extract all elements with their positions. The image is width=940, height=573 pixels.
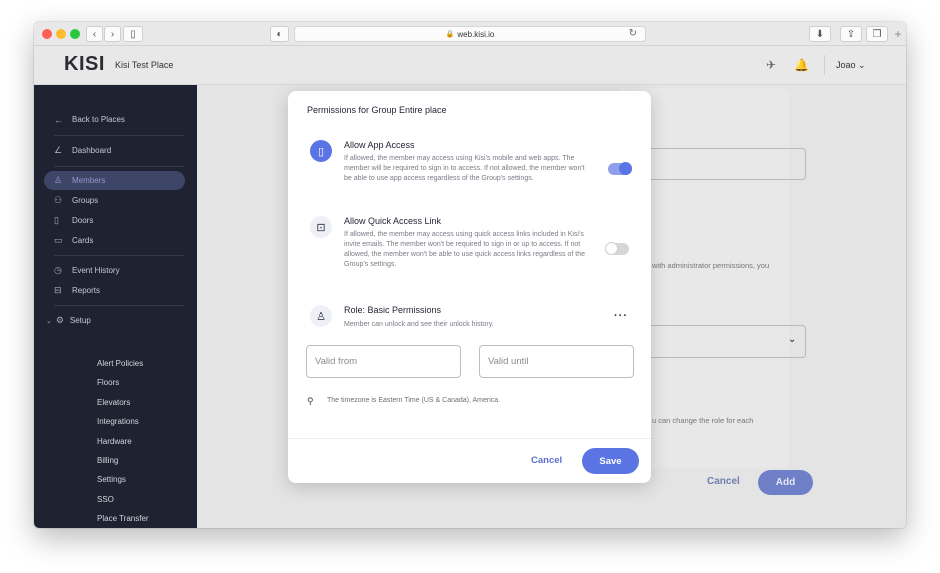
report-icon: ⊟	[54, 285, 62, 295]
download-icon[interactable]: ⬇	[809, 26, 831, 42]
setup-item-alert-policies[interactable]: Alert Policies	[97, 359, 143, 368]
chart-icon: ∠	[54, 145, 63, 155]
valid-until-field[interactable]	[479, 345, 634, 378]
sidebar-item-reports[interactable]: ⊟ Reports	[44, 281, 185, 300]
app-access-toggle[interactable]	[608, 162, 632, 175]
sidebar-item-cards[interactable]: ▭ Cards	[44, 231, 185, 250]
header-divider	[824, 55, 825, 75]
bell-icon[interactable]: 🔔	[794, 58, 809, 72]
setup-item-hardware[interactable]: Hardware	[97, 437, 132, 446]
modal-footer-divider	[288, 438, 651, 439]
person-icon: ♙	[310, 305, 332, 327]
chevron-down-icon: ⌄	[858, 60, 866, 70]
valid-from-field[interactable]	[306, 345, 461, 378]
privacy-shield-icon[interactable]: ◐	[270, 26, 289, 42]
valid-from-input[interactable]	[307, 346, 460, 377]
org-name: Kisi Test Place	[115, 60, 174, 70]
setup-item-place-transfer[interactable]: Place Transfer	[97, 514, 149, 523]
reload-icon[interactable]: ↻	[629, 28, 637, 39]
sidebar-toggle-icon[interactable]: ▯	[123, 26, 143, 42]
save-button[interactable]: Save	[582, 448, 639, 474]
modal-title: Permissions for Group Entire place	[307, 105, 447, 115]
role-title: Role: Basic Permissions	[344, 305, 442, 315]
mobile-phone-icon: ▯	[310, 140, 332, 162]
sidebar-divider	[54, 166, 184, 167]
user-menu[interactable]: Joao ⌄	[836, 60, 866, 71]
setup-item-elevators[interactable]: Elevators	[97, 398, 130, 407]
sidebar-item-dashboard[interactable]: ∠ Dashboard	[44, 141, 185, 160]
quick-link-toggle[interactable]	[605, 242, 629, 255]
sidebar-item-setup[interactable]: ⌄ ⚙ Setup	[44, 311, 185, 330]
sidebar-item-event-history[interactable]: ◷ Event History	[44, 261, 185, 280]
cancel-button[interactable]: Cancel	[531, 455, 562, 466]
door-icon: ▯	[54, 215, 59, 225]
chevron-down-icon: ⌄	[46, 317, 52, 325]
app-access-title: Allow App Access	[344, 140, 415, 150]
background-admin-text: with administrator permissions, you	[652, 261, 770, 270]
history-icon: ◷	[54, 265, 62, 275]
setup-item-billing[interactable]: Billing	[97, 456, 118, 465]
toggle-knob	[619, 162, 632, 175]
sidebar-item-doors[interactable]: ▯ Doors	[44, 211, 185, 230]
permissions-modal: Permissions for Group Entire place ▯ All…	[288, 91, 651, 483]
card-icon: ▭	[54, 235, 63, 245]
location-pin-icon: ⚲	[307, 396, 314, 406]
background-cancel-button[interactable]: Cancel	[707, 476, 740, 487]
toggle-knob	[605, 242, 618, 255]
sidebar-divider	[54, 255, 184, 256]
minimize-window-button[interactable]	[56, 29, 66, 39]
chevron-down-icon: ⌄	[788, 334, 797, 345]
arrow-left-icon: ←	[54, 114, 63, 125]
browser-titlebar: ‹ › ▯ ◐ 🔒 web.kisi.io ↻ ⬇ ⇪ ❐ +	[34, 22, 906, 46]
kisi-logo[interactable]: KISI	[64, 53, 105, 76]
more-options-icon[interactable]: ···	[614, 310, 628, 322]
url-text: web.kisi.io	[457, 29, 495, 39]
back-arrow-icon[interactable]: ‹	[86, 26, 103, 42]
role-description: Member can unlock and see their unlock h…	[344, 321, 494, 328]
setup-item-floors[interactable]: Floors	[97, 378, 119, 387]
valid-until-input[interactable]	[480, 346, 633, 377]
sidebar: ← Back to Places ∠ Dashboard ♙ Members ⚇ Gro…	[34, 85, 197, 528]
link-screen-icon: ⊡	[310, 216, 332, 238]
gear-icon: ⚙	[55, 315, 64, 325]
address-bar[interactable]: 🔒 web.kisi.io ↻	[294, 26, 646, 42]
app-header: KISI Kisi Test Place ✈ 🔔 Joao ⌄	[34, 46, 906, 85]
sidebar-divider	[54, 135, 184, 136]
person-icon: ♙	[54, 175, 63, 185]
setup-item-sso[interactable]: SSO	[97, 495, 114, 504]
share-icon[interactable]: ⇪	[840, 26, 862, 42]
back-to-places-link[interactable]: ← Back to Places	[44, 110, 185, 129]
new-tab-icon[interactable]: +	[891, 26, 905, 42]
sidebar-divider	[54, 305, 184, 306]
forward-arrow-icon[interactable]: ›	[104, 26, 121, 42]
quick-link-description: If allowed, the member may access using …	[344, 231, 586, 268]
app-access-description: If allowed, the member may access using …	[344, 155, 585, 182]
setup-item-settings[interactable]: Settings	[97, 475, 126, 484]
setup-item-integrations[interactable]: Integrations	[97, 417, 139, 426]
sidebar-item-groups[interactable]: ⚇ Groups	[44, 191, 185, 210]
background-add-button[interactable]: Add	[758, 470, 813, 495]
lock-icon: 🔒	[445, 31, 455, 38]
background-role-text: u can change the role for each	[652, 416, 754, 425]
group-icon: ⚇	[54, 195, 63, 205]
close-window-button[interactable]	[42, 29, 52, 39]
quick-link-title: Allow Quick Access Link	[344, 216, 442, 226]
maximize-window-button[interactable]	[70, 29, 80, 39]
rocket-icon[interactable]: ✈	[766, 58, 776, 72]
timezone-note: The timezone is Eastern Time (US & Canad…	[327, 397, 501, 404]
tabs-icon[interactable]: ❐	[866, 26, 888, 42]
sidebar-item-members[interactable]: ♙ Members	[44, 171, 185, 190]
